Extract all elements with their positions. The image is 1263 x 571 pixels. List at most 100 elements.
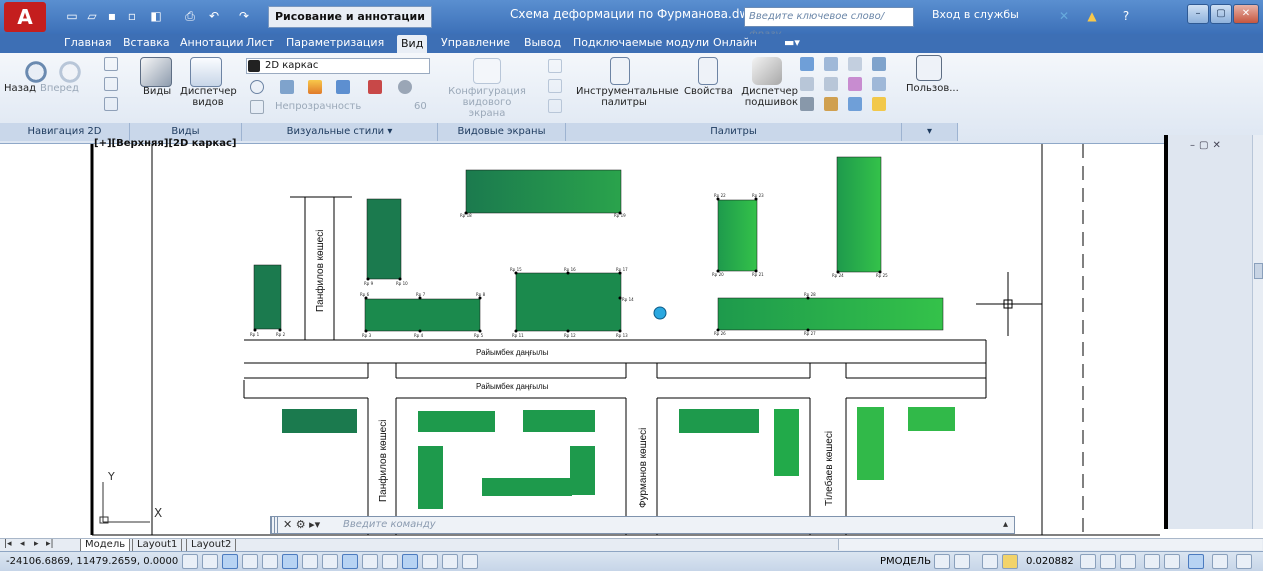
coordinates-readout: -24106.6869, 11479.2659, 0.0000 — [6, 556, 179, 567]
point-label: Rp 12 — [564, 333, 576, 338]
building-16 — [774, 409, 799, 476]
tab-layout1[interactable]: Layout1 — [132, 539, 183, 551]
last-tab-icon[interactable]: ▸| — [46, 539, 54, 549]
quick-properties-icon[interactable] — [422, 554, 438, 569]
vertical-scroll-thumb[interactable] — [1254, 263, 1263, 279]
street-label-furmanov: Фурманов көшесі — [638, 428, 649, 508]
annotation-monitor-icon[interactable] — [462, 554, 478, 569]
building-15 — [679, 409, 759, 433]
crosshair-cursor — [976, 272, 1042, 336]
polar-icon[interactable] — [262, 554, 278, 569]
point-label: Rp 22 — [714, 193, 726, 198]
point-label: Rp 1 — [250, 332, 260, 337]
point-label: Rp 11 — [512, 333, 524, 338]
point-label: Rp 7 — [416, 292, 426, 297]
building-10 — [418, 411, 495, 432]
annotation-scale-value[interactable]: 0.020882 — [1026, 556, 1074, 567]
selection-cycling-icon[interactable] — [442, 554, 458, 569]
next-tab-icon[interactable]: ▸ — [34, 539, 39, 549]
station-marker-icon — [653, 306, 667, 320]
grid-icon[interactable] — [222, 554, 238, 569]
transparency-icon[interactable] — [402, 554, 418, 569]
clean-screen-icon[interactable] — [1236, 554, 1252, 569]
ucs-y-label: Y — [107, 470, 115, 483]
point-label: Rp 24 — [832, 273, 844, 278]
building-3 — [364, 298, 481, 332]
auto-scale-icon[interactable] — [1100, 554, 1116, 569]
building-17 — [857, 407, 884, 480]
point-label: Rp 14 — [622, 297, 634, 302]
command-history-icon[interactable]: ▴ — [1003, 517, 1008, 533]
street-label-main-bottom: Райымбек даңғылы — [476, 382, 549, 391]
point-label: Rp 17 — [616, 267, 628, 272]
point-label: Rp 10 — [396, 281, 408, 286]
point-label: Rp 26 — [714, 331, 726, 336]
tab-layout2[interactable]: Layout2 — [186, 539, 237, 551]
point-label: Rp 21 — [752, 272, 764, 277]
building-14 — [570, 446, 595, 495]
status-menu-icon[interactable] — [1212, 554, 1228, 569]
point-label: Rp 25 — [876, 273, 888, 278]
snap-icon[interactable] — [202, 554, 218, 569]
street-label-main-top: Райымбек даңғылы — [476, 348, 549, 357]
point-label: Rp 3 — [362, 333, 372, 338]
viewport-controls[interactable]: [+][Верхняя][2D каркас] — [94, 138, 236, 149]
horizontal-scrollbar[interactable] — [838, 539, 1262, 550]
command-line-grip-icon[interactable] — [271, 517, 279, 533]
prev-tab-icon[interactable]: ◂ — [20, 539, 25, 549]
lineweight-icon[interactable] — [382, 554, 398, 569]
quick-view-drawings-icon[interactable] — [954, 554, 970, 569]
point-label: Rp 13 — [616, 333, 628, 338]
drawing-window-controls[interactable]: –▢✕ — [1190, 140, 1225, 151]
otrack-icon[interactable] — [322, 554, 338, 569]
point-label: Rp 15 — [510, 267, 522, 272]
hardware-acceleration-icon[interactable] — [1188, 554, 1204, 569]
building-4 — [465, 169, 622, 214]
drawing-right-margin — [1164, 135, 1252, 529]
street-label-tlebaev: Тілебаев көшесі — [823, 431, 835, 506]
drawing-svg: Rp 1 Rp 2 Rp 3 Rp 4 Rp 5 Rp 6 Rp 7 Rp 8 … — [90, 144, 1160, 536]
osnap-icon[interactable] — [282, 554, 298, 569]
point-label: Rp 28 — [804, 292, 816, 297]
point-label: Rp 9 — [364, 281, 374, 286]
autocad-window: A ▭ ▱ ▪ ▫ ◧ ⎙ ↶ ↷ Рисование и аннотации … — [0, 0, 1263, 571]
tab-model[interactable]: Модель — [80, 539, 131, 551]
point-label: Rp 27 — [804, 331, 816, 336]
isolate-objects-icon[interactable] — [1164, 554, 1180, 569]
point-label: Rp 16 — [564, 267, 576, 272]
point-label: Rp 18 — [460, 213, 472, 218]
building-2 — [366, 198, 402, 280]
lock-ui-icon[interactable] — [1144, 554, 1160, 569]
ucs-icon — [99, 482, 150, 524]
point-label: Rp 19 — [614, 213, 626, 218]
model-space-toggle[interactable]: РМОДЕЛЬ — [880, 556, 931, 567]
status-bar: -24106.6869, 11479.2659, 0.0000 РМОДЕЛЬ … — [0, 551, 1263, 571]
street-label-panfilov-top: Панфилов көшесі — [314, 230, 326, 312]
point-label: Rp 5 — [474, 333, 484, 338]
vertical-scrollbar[interactable] — [1252, 135, 1263, 529]
first-tab-icon[interactable]: |◂ — [4, 539, 12, 549]
ortho-icon[interactable] — [242, 554, 258, 569]
annotation-scale-icon[interactable] — [1002, 554, 1018, 569]
command-input[interactable]: Введите команду — [343, 517, 436, 533]
3d-osnap-icon[interactable] — [302, 554, 318, 569]
ducs-icon[interactable] — [342, 554, 358, 569]
building-12 — [482, 478, 572, 496]
workspace-switch-icon[interactable] — [1120, 554, 1136, 569]
infer-constraints-icon[interactable] — [182, 554, 198, 569]
quick-view-layouts-icon[interactable] — [934, 554, 950, 569]
ucs-x-label: X — [154, 506, 162, 520]
point-label: Rp 4 — [414, 333, 424, 338]
building-9 — [282, 409, 357, 433]
command-line-close-icon[interactable]: ✕ ⚙ ▸▾ — [283, 517, 320, 533]
annotation-visibility-icon[interactable] — [1080, 554, 1096, 569]
building-6 — [717, 199, 758, 272]
dyn-icon[interactable] — [362, 554, 378, 569]
command-line[interactable]: ✕ ⚙ ▸▾ Введите команду ▴ — [270, 516, 1015, 534]
building-1 — [253, 264, 282, 330]
maximize-viewport-icon[interactable] — [982, 554, 998, 569]
building-13 — [523, 410, 595, 432]
building-18 — [908, 407, 955, 431]
point-label: Rp 6 — [360, 292, 370, 297]
building-5 — [515, 272, 622, 332]
